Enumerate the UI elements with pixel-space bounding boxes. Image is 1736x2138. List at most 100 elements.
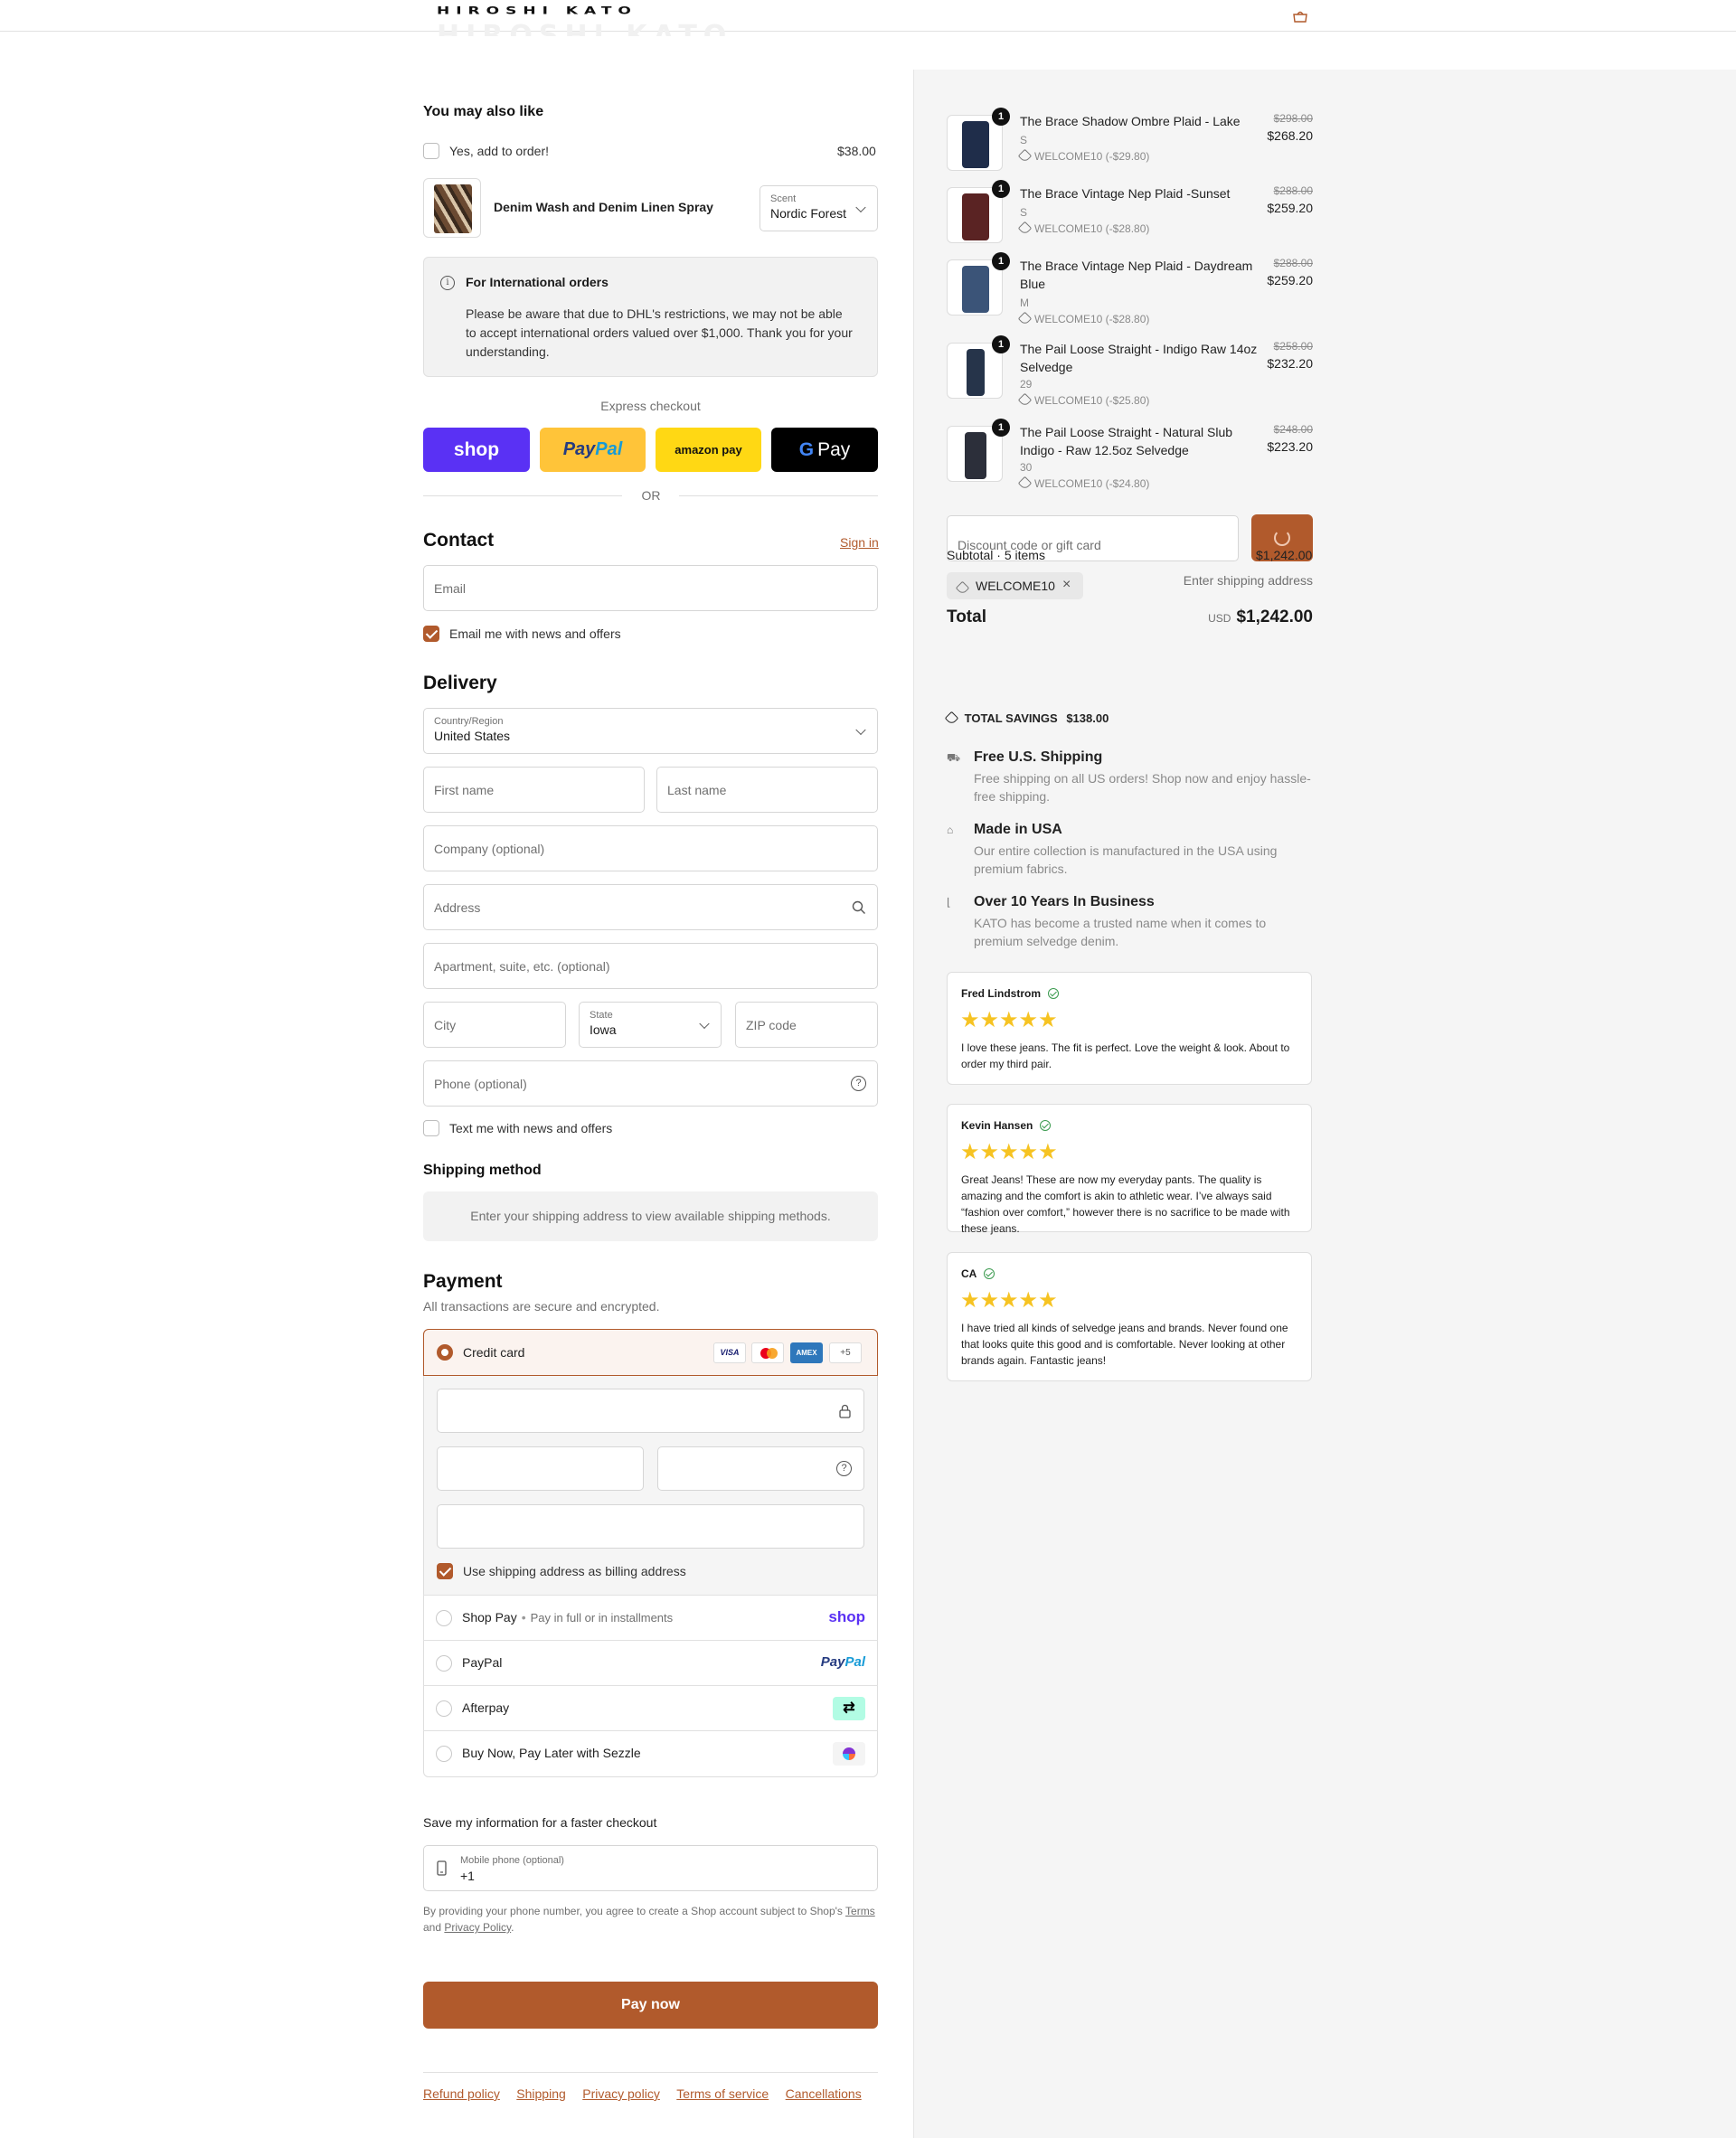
item-name: The Pail Loose Straight - Indigo Raw 14o… bbox=[1020, 342, 1258, 374]
country-label: Country/Region bbox=[434, 716, 504, 727]
total-savings: TOTAL SAVINGS $138.00 bbox=[944, 711, 1109, 726]
sezzle-icon bbox=[833, 1742, 865, 1766]
review-text: I have tried all kinds of selvedge jeans… bbox=[961, 1322, 1288, 1367]
reviewer-name: CA bbox=[961, 1267, 995, 1280]
paypal-radio[interactable] bbox=[436, 1655, 452, 1672]
shop-pay-option[interactable]: Shop Pay • Pay in full or in installments … bbox=[423, 1595, 878, 1640]
item-price: $259.20 bbox=[1267, 201, 1313, 215]
order-item: 1 The Brace Vintage Nep Plaid - Daydream… bbox=[947, 252, 1313, 329]
apartment-field[interactable]: Apartment, suite, etc. (optional) bbox=[423, 943, 878, 989]
mobile-phone-field[interactable]: Mobile phone (optional) +1 bbox=[423, 1845, 878, 1891]
zip-code-field[interactable]: ZIP code bbox=[735, 1002, 878, 1048]
or-divider-label: OR bbox=[641, 488, 661, 503]
item-name: The Pail Loose Straight - Natural Slub I… bbox=[1020, 425, 1233, 457]
upsell-checkbox[interactable] bbox=[423, 143, 439, 159]
refund-policy-link[interactable]: Refund policy bbox=[423, 2086, 500, 2101]
text-news-checkbox[interactable] bbox=[423, 1120, 439, 1136]
verified-check-icon bbox=[1048, 988, 1060, 999]
item-discount: WELCOME10 (-$25.80) bbox=[1017, 392, 1149, 408]
email-field[interactable]: Email bbox=[423, 565, 878, 611]
item-original-price: $258.00 bbox=[1273, 340, 1313, 353]
item-price: $223.20 bbox=[1267, 439, 1313, 454]
shop-pay-radio[interactable] bbox=[436, 1610, 452, 1626]
phone-field[interactable]: Phone (optional) ? bbox=[423, 1060, 878, 1107]
pay-now-button[interactable]: Pay now bbox=[423, 1982, 878, 2029]
card-number-field[interactable] bbox=[437, 1389, 864, 1433]
verified-check-icon bbox=[1040, 1120, 1052, 1131]
paypal-label: PayPal bbox=[462, 1655, 503, 1670]
shop-pay-express-button[interactable]: shop bbox=[423, 428, 530, 472]
paypal-option[interactable]: PayPal PayPal bbox=[423, 1640, 878, 1685]
reviewer-name: Fred Lindstrom bbox=[961, 987, 1060, 1000]
paypal-express-button[interactable]: Pay Pal bbox=[540, 428, 646, 472]
visa-icon: VISA bbox=[713, 1342, 746, 1363]
city-field[interactable]: City bbox=[423, 1002, 566, 1048]
quantity-badge: 1 bbox=[992, 419, 1010, 437]
quantity-badge: 1 bbox=[992, 108, 1010, 126]
security-code-field[interactable]: ? bbox=[657, 1446, 864, 1491]
country-select[interactable]: Country/Region United States bbox=[423, 708, 878, 754]
privacy-policy-link[interactable]: Privacy Policy bbox=[444, 1921, 511, 1934]
address-field[interactable]: Address bbox=[423, 884, 878, 930]
first-name-field[interactable]: First name bbox=[423, 767, 645, 813]
footer-divider bbox=[423, 2072, 878, 2073]
billing-address-label: Use shipping address as billing address bbox=[463, 1564, 686, 1578]
more-cards-badge: +5 bbox=[829, 1342, 862, 1363]
amazon-pay-express-button[interactable]: amazon pay bbox=[656, 428, 761, 472]
help-icon[interactable]: ? bbox=[836, 1461, 852, 1476]
state-select[interactable]: State Iowa bbox=[579, 1002, 722, 1048]
sezzle-radio[interactable] bbox=[436, 1746, 452, 1762]
order-item: 1 The Brace Vintage Nep Plaid -Sunset S … bbox=[947, 180, 1313, 257]
tag-icon bbox=[1017, 392, 1033, 408]
google-pay-express-button[interactable]: G Pay bbox=[771, 428, 878, 472]
upsell-product-image bbox=[423, 178, 481, 238]
billing-address-checkbox[interactable] bbox=[437, 1563, 453, 1579]
credit-card-label: Credit card bbox=[463, 1345, 525, 1360]
cancellations-link[interactable]: Cancellations bbox=[786, 2086, 862, 2101]
payment-subtitle: All transactions are secure and encrypte… bbox=[423, 1299, 660, 1314]
paypal-logo-pay: Pay bbox=[562, 439, 596, 459]
sign-in-link[interactable]: Sign in bbox=[840, 535, 879, 550]
scent-select[interactable]: Scent Nordic Forest bbox=[760, 185, 878, 231]
remove-discount-icon[interactable]: × bbox=[1062, 577, 1071, 593]
item-price: $268.20 bbox=[1267, 128, 1313, 143]
afterpay-label: Afterpay bbox=[462, 1700, 510, 1715]
sezzle-option[interactable]: Buy Now, Pay Later with Sezzle bbox=[423, 1730, 878, 1775]
last-name-field[interactable]: Last name bbox=[656, 767, 878, 813]
shipping-hint: Enter shipping address bbox=[1183, 573, 1313, 588]
bag-icon[interactable] bbox=[1291, 10, 1309, 23]
terms-of-service-link[interactable]: Terms of service bbox=[676, 2086, 769, 2101]
brand-logo[interactable]: HIROSHI KATO bbox=[437, 5, 637, 17]
tag-icon bbox=[1017, 476, 1033, 491]
item-original-price: $288.00 bbox=[1273, 184, 1313, 197]
privacy-policy-footer-link[interactable]: Privacy policy bbox=[582, 2086, 660, 2101]
item-original-price: $298.00 bbox=[1273, 112, 1313, 125]
afterpay-option[interactable]: Afterpay ⇄ bbox=[423, 1685, 878, 1730]
country-value: United States bbox=[434, 729, 511, 743]
tag-icon bbox=[955, 580, 970, 596]
terms-link[interactable]: Terms bbox=[845, 1905, 875, 1917]
afterpay-radio[interactable] bbox=[436, 1700, 452, 1717]
paypal-logo-pal: Pal bbox=[595, 439, 623, 459]
item-discount: WELCOME10 (-$24.80) bbox=[1017, 476, 1149, 491]
state-label: State bbox=[590, 1010, 613, 1021]
help-icon[interactable]: ? bbox=[851, 1076, 866, 1091]
sezzle-label: Buy Now, Pay Later with Sezzle bbox=[462, 1746, 641, 1760]
name-on-card-field[interactable] bbox=[437, 1504, 864, 1549]
credit-card-option[interactable]: Credit card VISA AMEX +5 bbox=[423, 1329, 878, 1376]
scent-label: Scent bbox=[770, 193, 797, 204]
company-field[interactable]: Company (optional) bbox=[423, 825, 878, 871]
shipping-policy-link[interactable]: Shipping bbox=[516, 2086, 566, 2101]
save-info-title: Save my information for a faster checkou… bbox=[423, 1815, 657, 1830]
email-news-checkbox[interactable] bbox=[423, 626, 439, 642]
site-header: HIROSHI KATO HIROSHI KATO bbox=[0, 0, 1736, 36]
google-pay-label: Pay bbox=[817, 438, 851, 460]
review-card: Kevin Hansen ★★★★★ Great Jeans! These ar… bbox=[947, 1104, 1312, 1235]
item-original-price: $288.00 bbox=[1273, 257, 1313, 269]
chevron-down-icon bbox=[699, 1018, 710, 1029]
star-rating: ★★★★★ bbox=[960, 1288, 1058, 1313]
credit-card-radio[interactable] bbox=[437, 1344, 453, 1361]
expiration-date-field[interactable] bbox=[437, 1446, 644, 1491]
item-name: The Brace Shadow Ombre Plaid - Lake bbox=[1020, 114, 1241, 128]
shop-pay-logo: shop bbox=[828, 1608, 865, 1625]
